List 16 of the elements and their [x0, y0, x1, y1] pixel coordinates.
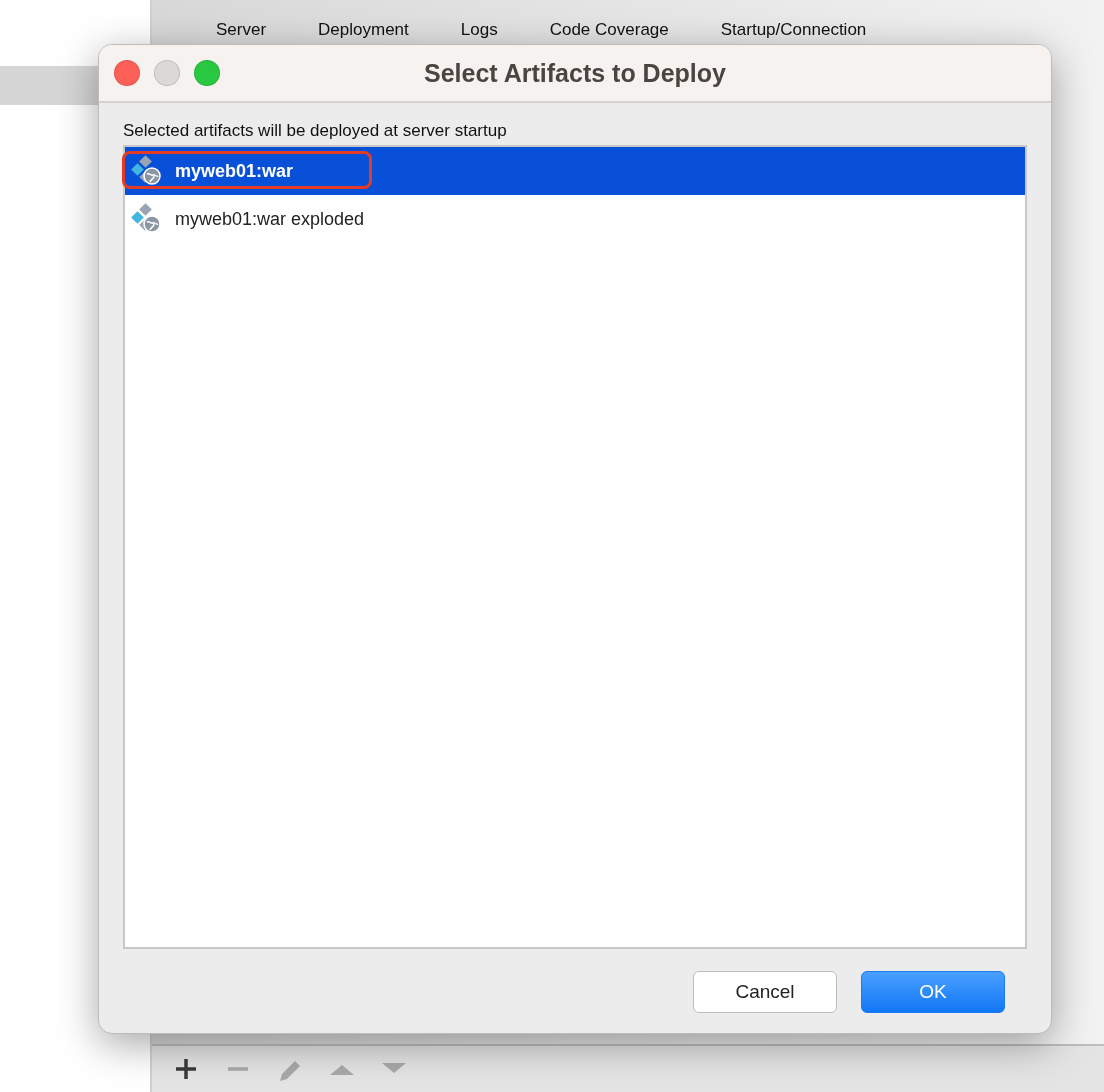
artifact-icon [131, 203, 163, 235]
zoom-button[interactable] [194, 60, 220, 86]
cancel-button[interactable]: Cancel [693, 971, 837, 1013]
tab[interactable]: Deployment [292, 20, 435, 44]
minimize-button[interactable] [154, 60, 180, 86]
tab[interactable]: Server [190, 20, 293, 44]
artifact-icon [131, 155, 163, 187]
artifact-item[interactable]: myweb01:war [125, 147, 1025, 195]
tab[interactable]: Logs [434, 20, 524, 44]
hint-text: Selected artifacts will be deployed at server startup [123, 121, 508, 141]
tab[interactable]: Startup/Connection [694, 20, 893, 44]
artifact-label: myweb01:war [175, 160, 294, 182]
dialog-title: Select Artifacts to Deploy [423, 58, 727, 88]
close-button[interactable] [114, 60, 140, 86]
artifact-label: myweb01:war exploded [175, 208, 365, 230]
tab[interactable]: Code Coverage [523, 20, 695, 44]
